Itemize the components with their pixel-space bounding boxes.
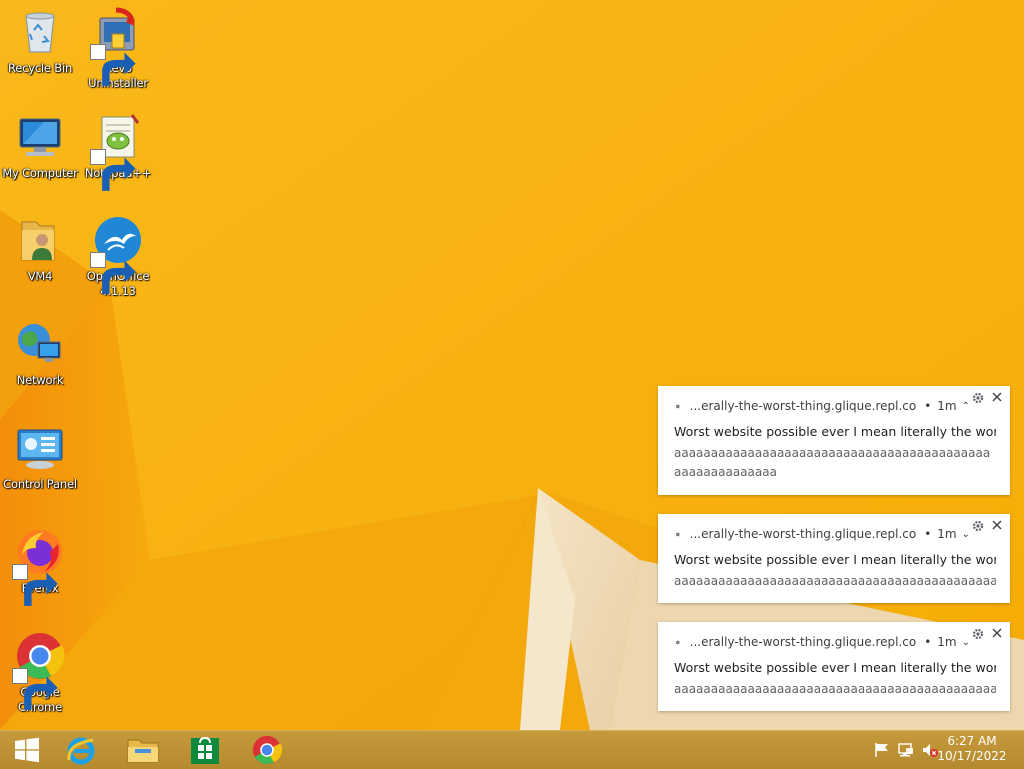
- desktop-icon-vm4[interactable]: VM4: [0, 214, 80, 284]
- chevron-down-icon[interactable]: ⌄: [962, 529, 970, 540]
- shortcut-arrow-icon: [12, 564, 58, 606]
- taskbar-clock[interactable]: 6:27 AM 10/17/2022: [932, 734, 1012, 764]
- desktop-icon-google-chrome[interactable]: Google Chrome: [0, 630, 80, 715]
- desktop-icon-firefox[interactable]: Firefox: [0, 526, 80, 606]
- chevron-up-icon[interactable]: ⌃: [962, 401, 970, 412]
- clock-date: 10/17/2022: [937, 749, 1007, 763]
- clock-time: 6:27 AM: [947, 734, 997, 748]
- notification-time: 1m: [937, 399, 957, 413]
- notification-body: aaaaaaaaaaaaaaaaaaaaaaaaaaaaaaaaaaaaaaaa…: [674, 446, 991, 479]
- taskbar-store[interactable]: [178, 731, 232, 769]
- desktop-icon-label: Network: [16, 373, 64, 387]
- shortcut-arrow-icon: [12, 668, 58, 710]
- close-icon[interactable]: [990, 518, 1004, 532]
- desktop-icon-network[interactable]: Network: [0, 318, 80, 388]
- file-explorer-icon: [127, 739, 159, 763]
- taskbar: 6:27 AM 10/17/2022: [0, 730, 1024, 769]
- chrome-mini-icon: [676, 640, 680, 644]
- taskbar-internet-explorer[interactable]: [54, 731, 108, 769]
- desktop-icon-label: My Computer: [2, 166, 78, 180]
- shortcut-arrow-icon: [90, 252, 136, 294]
- close-icon[interactable]: [990, 626, 1004, 640]
- chrome-mini-icon: [676, 404, 680, 408]
- desktop-icon-label: VM4: [27, 269, 53, 283]
- notification-title: Worst website possible ever I mean liter…: [674, 660, 996, 675]
- gear-icon[interactable]: [972, 392, 984, 404]
- notification-card[interactable]: ...erally-the-worst-thing.glique.repl.co…: [658, 622, 1010, 711]
- notification-source: ...erally-the-worst-thing.glique.repl.co: [689, 635, 917, 649]
- store-icon: [191, 736, 219, 764]
- notification-title: Worst website possible ever I mean liter…: [674, 552, 996, 567]
- notification-header: ...erally-the-worst-thing.glique.repl.co…: [676, 526, 970, 542]
- action-center-flag-icon[interactable]: [873, 742, 891, 758]
- chrome-icon: [252, 735, 282, 765]
- control-panel-icon: [17, 429, 63, 469]
- chrome-mini-icon: [676, 532, 680, 536]
- desktop-icon-control-panel[interactable]: Control Panel: [0, 422, 80, 492]
- chevron-down-icon[interactable]: ⌄: [962, 637, 970, 648]
- separator-dot: •: [924, 527, 932, 541]
- shortcut-arrow-icon: [90, 149, 136, 191]
- desktop-icon-my-computer[interactable]: My Computer: [0, 111, 80, 181]
- notification-card[interactable]: ...erally-the-worst-thing.glique.repl.co…: [658, 514, 1010, 603]
- notification-time: 1m: [937, 527, 957, 541]
- taskbar-google-chrome[interactable]: [240, 731, 294, 769]
- desktop-icon-revo-uninstaller[interactable]: Revo Uninstaller: [78, 6, 158, 91]
- desktop-icon-label: Recycle Bin: [7, 61, 73, 75]
- desktop-wallpaper: [0, 0, 1024, 730]
- notification-card[interactable]: ...erally-the-worst-thing.glique.repl.co…: [658, 386, 1010, 495]
- network-tray-icon[interactable]: [897, 742, 915, 758]
- gear-icon[interactable]: [972, 520, 984, 532]
- windows-logo-icon: [15, 737, 39, 763]
- separator-dot: •: [924, 399, 932, 413]
- notification-header: ...erally-the-worst-thing.glique.repl.co…: [676, 398, 970, 414]
- gear-icon[interactable]: [972, 628, 984, 640]
- notification-body: aaaaaaaaaaaaaaaaaaaaaaaaaaaaaaaaaaaaaaaa…: [674, 574, 996, 588]
- shortcut-arrow-icon: [90, 44, 136, 86]
- network-icon: [18, 324, 61, 362]
- desktop-icon-openoffice[interactable]: OpenOffice 4.1.13: [78, 214, 158, 299]
- notification-body: aaaaaaaaaaaaaaaaaaaaaaaaaaaaaaaaaaaaaaaa…: [674, 682, 996, 696]
- notification-source: ...erally-the-worst-thing.glique.repl.co: [689, 399, 917, 413]
- notification-header: ...erally-the-worst-thing.glique.repl.co…: [676, 634, 970, 650]
- recycle-bin-icon: [25, 12, 55, 53]
- separator-dot: •: [924, 635, 932, 649]
- notification-title: Worst website possible ever I mean liter…: [674, 424, 996, 439]
- desktop-icon-recycle-bin[interactable]: Recycle Bin: [0, 6, 80, 76]
- notification-source: ...erally-the-worst-thing.glique.repl.co: [689, 527, 917, 541]
- user-folder-icon: [21, 221, 55, 261]
- taskbar-file-explorer[interactable]: [116, 731, 170, 769]
- start-button[interactable]: [0, 731, 54, 769]
- my-computer-icon: [19, 118, 61, 156]
- desktop-icon-label: Control Panel: [3, 477, 77, 491]
- close-icon[interactable]: [990, 390, 1004, 404]
- notification-time: 1m: [937, 635, 957, 649]
- internet-explorer-icon: [67, 737, 95, 765]
- desktop-icon-notepad-plus-plus[interactable]: Notepad++: [78, 111, 158, 191]
